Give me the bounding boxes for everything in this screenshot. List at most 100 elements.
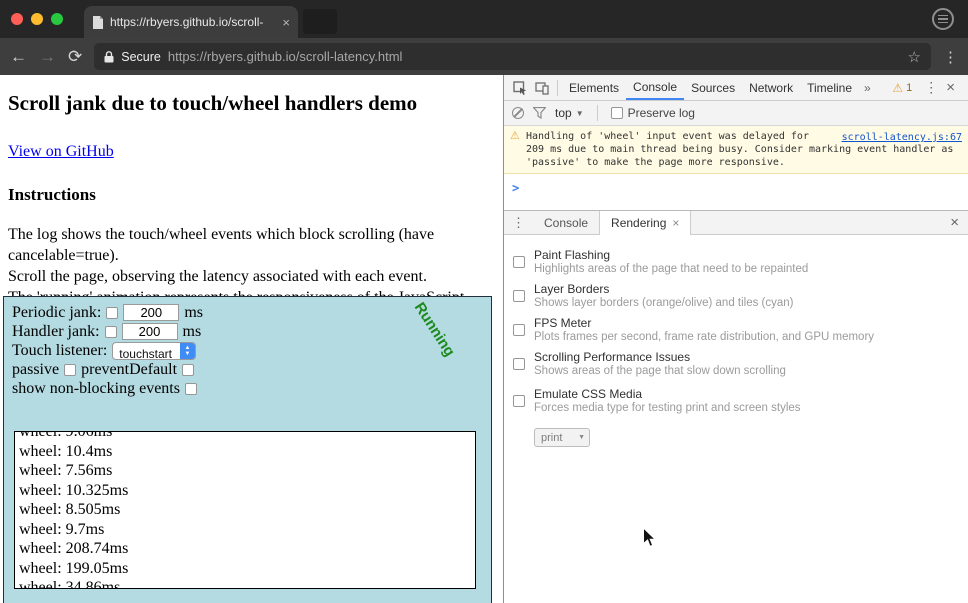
touch-listener-value: touchstart	[113, 343, 180, 359]
console-warning-message: ⚠ scroll-latency.js:67 Handling of 'whee…	[504, 126, 968, 174]
warning-triangle-icon: ⚠	[892, 81, 903, 95]
passive-checkbox[interactable]	[64, 364, 76, 376]
tab-elements[interactable]: Elements	[562, 75, 626, 100]
new-tab-button[interactable]	[303, 9, 337, 34]
preserve-log-checkbox[interactable]	[611, 107, 623, 119]
instructions-heading: Instructions	[8, 185, 495, 205]
periodic-jank-unit: ms	[184, 303, 203, 322]
console-prompt-chevron[interactable]: >	[504, 174, 968, 195]
event-log: wheel: 9.06ms wheel: 10.4ms wheel: 7.56m…	[14, 431, 476, 589]
touch-listener-select[interactable]: touchstart ▲▼	[112, 342, 196, 360]
execution-context-select[interactable]: top ▼	[555, 106, 584, 120]
fps-meter-checkbox[interactable]	[513, 324, 525, 336]
page-favicon-icon	[92, 16, 104, 29]
rendering-option: Layer Borders Shows layer borders (orang…	[513, 282, 968, 310]
option-description: Shows areas of the page that slow down s…	[534, 364, 786, 378]
instructions-line: The log shows the touch/wheel events whi…	[8, 224, 495, 245]
back-button[interactable]: ←	[10, 48, 27, 65]
prevent-default-checkbox[interactable]	[182, 364, 194, 376]
tab-overview-button[interactable]	[932, 8, 954, 30]
warning-triangle-icon: ⚠	[510, 130, 520, 143]
tab-console[interactable]: Console	[626, 75, 684, 100]
rendering-option: FPS Meter Plots frames per second, frame…	[513, 316, 968, 344]
prevent-default-label: preventDefault	[81, 360, 177, 379]
nonblocking-checkbox[interactable]	[185, 383, 197, 395]
drawer-tab-rendering[interactable]: Rendering ×	[599, 211, 691, 235]
log-line: wheel: 8.505ms	[19, 500, 471, 520]
devtools-menu-icon[interactable]: ⋮	[918, 79, 944, 96]
lock-icon	[104, 51, 114, 63]
bookmark-star-icon[interactable]: ☆	[908, 48, 921, 66]
tab-network[interactable]: Network	[742, 75, 800, 100]
source-link[interactable]: scroll-latency.js:67	[838, 131, 962, 144]
tab-close-icon[interactable]: ×	[282, 16, 290, 29]
tab-title: https://rbyers.github.io/scroll-	[110, 15, 276, 29]
page-title: Scroll jank due to touch/wheel handlers …	[8, 91, 495, 116]
more-tabs-icon[interactable]: »	[859, 81, 876, 95]
log-line: wheel: 9.7ms	[19, 520, 471, 540]
github-link[interactable]: View on GitHub	[8, 143, 114, 161]
periodic-jank-input[interactable]	[123, 304, 179, 321]
devtools-close-icon[interactable]: ×	[944, 79, 963, 96]
preserve-log-label: Preserve log	[628, 106, 695, 120]
clear-console-icon[interactable]	[512, 107, 524, 119]
divider	[597, 105, 598, 121]
css-media-value: print	[541, 432, 562, 444]
drawer-close-icon[interactable]: ×	[941, 214, 968, 231]
window-controls	[11, 13, 63, 25]
log-line: wheel: 208.74ms	[19, 539, 471, 559]
browser-tab[interactable]: https://rbyers.github.io/scroll- ×	[84, 6, 298, 38]
scrolling-performance-checkbox[interactable]	[513, 358, 525, 370]
zoom-window-button[interactable]	[51, 13, 63, 25]
devtools-panel: Elements Console Sources Network Timelin…	[503, 75, 968, 603]
device-toolbar-icon[interactable]	[531, 77, 553, 99]
chevron-down-icon: ▼	[578, 434, 585, 441]
log-line: wheel: 34.86ms	[19, 578, 471, 589]
browser-menu-icon[interactable]: ⋮	[943, 48, 958, 66]
secure-label: Secure	[121, 50, 161, 64]
emulate-css-media-checkbox[interactable]	[513, 395, 525, 407]
rendering-option: Scrolling Performance Issues Shows areas…	[513, 350, 968, 378]
preserve-log-control[interactable]: Preserve log	[611, 106, 695, 120]
filter-icon[interactable]	[533, 107, 546, 119]
tab-sources[interactable]: Sources	[684, 75, 742, 100]
browser-toolbar: ← → ⟳ Secure https://rbyers.github.io/sc…	[0, 38, 968, 75]
devtools-tabbar: Elements Console Sources Network Timelin…	[504, 75, 968, 101]
instructions-line: Scroll the page, observing the latency a…	[8, 266, 495, 287]
paint-flashing-checkbox[interactable]	[513, 256, 525, 268]
passive-label: passive	[12, 360, 59, 379]
mouse-cursor	[642, 527, 656, 548]
inspect-element-icon[interactable]	[509, 77, 531, 99]
drawer-tab-console[interactable]: Console	[533, 211, 599, 235]
rendering-pane: Paint Flashing Highlights areas of the p…	[504, 235, 968, 603]
drawer-menu-icon[interactable]: ⋮	[504, 215, 533, 231]
handler-jank-unit: ms	[183, 322, 202, 341]
console-messages: ⚠ scroll-latency.js:67 Handling of 'whee…	[504, 126, 968, 210]
option-label: FPS Meter	[534, 316, 874, 330]
periodic-jank-checkbox[interactable]	[106, 307, 118, 319]
layer-borders-checkbox[interactable]	[513, 290, 525, 302]
address-bar[interactable]: Secure https://rbyers.github.io/scroll-l…	[94, 43, 931, 70]
demo-controls-panel: Periodic jank: ms Handler jank: ms Touch…	[3, 296, 492, 603]
option-label: Paint Flashing	[534, 248, 808, 262]
divider	[557, 80, 558, 96]
log-line: wheel: 9.06ms	[19, 431, 471, 442]
nonblocking-label: show non-blocking events	[12, 379, 180, 398]
tab-timeline[interactable]: Timeline	[800, 75, 859, 100]
option-label: Emulate CSS Media	[534, 387, 801, 401]
log-line: wheel: 199.05ms	[19, 559, 471, 579]
periodic-jank-label: Periodic jank:	[12, 303, 101, 322]
option-description: Forces media type for testing print and …	[534, 401, 801, 415]
handler-jank-checkbox[interactable]	[105, 326, 117, 338]
minimize-window-button[interactable]	[31, 13, 43, 25]
reload-button[interactable]: ⟳	[68, 48, 82, 65]
handler-jank-input[interactable]	[122, 323, 178, 340]
forward-button[interactable]: →	[39, 48, 56, 65]
console-toolbar: top ▼ Preserve log	[504, 101, 968, 126]
log-line: wheel: 7.56ms	[19, 461, 471, 481]
close-rendering-tab-icon[interactable]: ×	[672, 216, 679, 230]
css-media-select[interactable]: print ▼	[534, 428, 590, 447]
close-window-button[interactable]	[11, 13, 23, 25]
select-stepper-icon: ▲▼	[180, 343, 195, 359]
warning-count-badge[interactable]: ⚠ 1	[886, 81, 918, 95]
